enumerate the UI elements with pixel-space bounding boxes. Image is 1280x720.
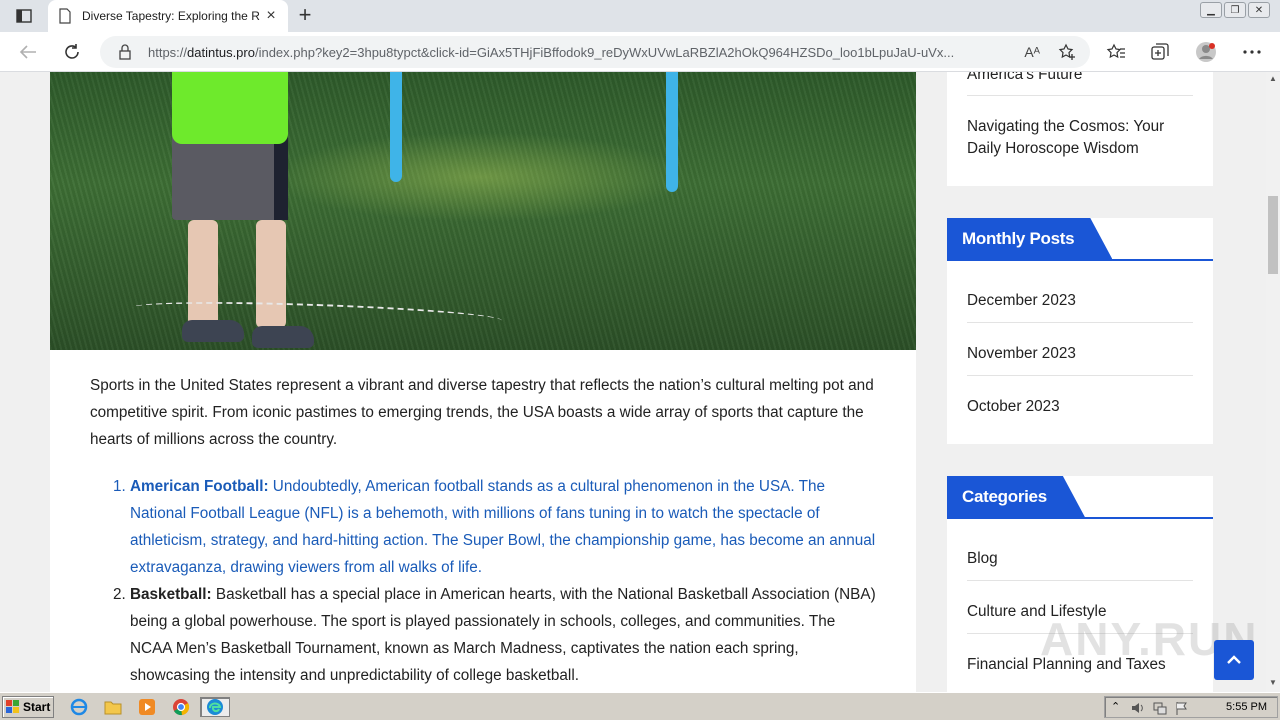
minimize-button[interactable]: ▁: [1200, 2, 1222, 18]
archive-link[interactable]: October 2023: [967, 396, 1193, 418]
ie-icon[interactable]: [68, 697, 90, 717]
refresh-icon: [65, 44, 79, 59]
tab-close-icon[interactable]: ×: [264, 8, 278, 24]
windows-taskbar: Start ⌃ 5:55 PM: [0, 692, 1280, 720]
lock-icon[interactable]: [118, 44, 132, 60]
child-shirt: [172, 72, 288, 144]
widget-header: Categories: [947, 476, 1213, 519]
browser-toolbar: https://datintus.pro/index.php?key2=3hpu…: [0, 32, 1280, 72]
article-body: Sports in the United States represent a …: [90, 372, 880, 689]
page-viewport: Sports in the United States represent a …: [0, 72, 1280, 692]
back-arrow-icon: [19, 45, 36, 59]
child-shoe: [182, 320, 244, 342]
category-link[interactable]: Blog: [967, 548, 1193, 570]
collections-icon[interactable]: [1148, 40, 1172, 64]
profile-avatar[interactable]: [1194, 40, 1218, 64]
flag-icon[interactable]: [1175, 701, 1189, 715]
volume-icon[interactable]: [1131, 701, 1145, 715]
refresh-button[interactable]: [60, 40, 84, 64]
list-item-basketball: Basketball: Basketball has a special pla…: [130, 581, 880, 689]
recent-post-link[interactable]: Navigating the Cosmos: Your Daily Horosc…: [967, 116, 1193, 160]
edge-icon[interactable]: [200, 697, 230, 717]
more-options-icon[interactable]: [1240, 40, 1264, 64]
scroll-to-top-button[interactable]: [1214, 640, 1254, 680]
start-label: Start: [23, 700, 51, 714]
article-hero-image: [50, 72, 916, 350]
system-tray: ⌃ 5:55 PM: [1104, 696, 1278, 718]
archive-link[interactable]: November 2023: [967, 343, 1193, 365]
sports-list: American Football: Undoubtedly, American…: [90, 473, 880, 689]
new-tab-button[interactable]: +: [294, 4, 316, 27]
archive-link[interactable]: December 2023: [967, 290, 1193, 312]
browser-tab-active[interactable]: Diverse Tapestry: Exploring the Ri ×: [48, 0, 288, 32]
tab-title: Diverse Tapestry: Exploring the Ri: [82, 9, 260, 23]
url-text[interactable]: https://datintus.pro/index.php?key2=3hpu…: [148, 45, 1008, 60]
chrome-icon[interactable]: [170, 697, 192, 717]
recent-posts-widget: America’s Future Navigating the Cosmos: …: [947, 72, 1213, 186]
back-button[interactable]: [16, 40, 40, 64]
blue-pole: [390, 72, 402, 182]
tray-expand-icon[interactable]: ⌃: [1111, 700, 1120, 713]
widget-header: Monthly Posts: [947, 218, 1213, 261]
article-container: Sports in the United States represent a …: [50, 72, 916, 692]
list-item-american-football[interactable]: American Football: Undoubtedly, American…: [130, 473, 880, 581]
window-controls: ▁ ❐ ✕: [1200, 2, 1270, 18]
close-window-button[interactable]: ✕: [1248, 2, 1270, 18]
monthly-posts-widget: Monthly Posts December 2023 November 202…: [947, 218, 1213, 444]
start-button[interactable]: Start: [2, 696, 54, 718]
windows-logo-icon: [6, 700, 19, 713]
recent-post-link[interactable]: America’s Future: [967, 72, 1193, 86]
taskbar-clock[interactable]: 5:55 PM: [1226, 701, 1267, 713]
address-bar[interactable]: https://datintus.pro/index.php?key2=3hpu…: [100, 36, 1090, 68]
article-intro: Sports in the United States represent a …: [90, 377, 874, 448]
read-aloud-icon[interactable]: Aᴬ: [1024, 44, 1040, 60]
media-player-icon[interactable]: [136, 697, 158, 717]
page-icon: [59, 8, 71, 24]
page-scrollbar[interactable]: ▲ ▼: [1266, 72, 1280, 692]
restore-button[interactable]: ❐: [1224, 2, 1246, 18]
favorites-icon[interactable]: [1104, 40, 1128, 64]
network-icon[interactable]: [1153, 701, 1167, 715]
widget-title: Categories: [947, 476, 1085, 517]
blue-pole: [666, 72, 678, 192]
scroll-up-icon[interactable]: ▲: [1269, 74, 1277, 83]
child-shoe: [252, 326, 314, 348]
add-favorite-icon[interactable]: [1058, 43, 1076, 61]
tab-actions-icon[interactable]: [8, 4, 40, 28]
browser-tab-bar: Diverse Tapestry: Exploring the Ri × + ▁…: [0, 0, 1280, 32]
explorer-folder-icon[interactable]: [102, 697, 124, 717]
chevron-up-icon: [1227, 655, 1241, 664]
scroll-down-icon[interactable]: ▼: [1269, 678, 1277, 687]
scrollbar-thumb[interactable]: [1268, 196, 1278, 274]
widget-title: Monthly Posts: [947, 218, 1112, 259]
